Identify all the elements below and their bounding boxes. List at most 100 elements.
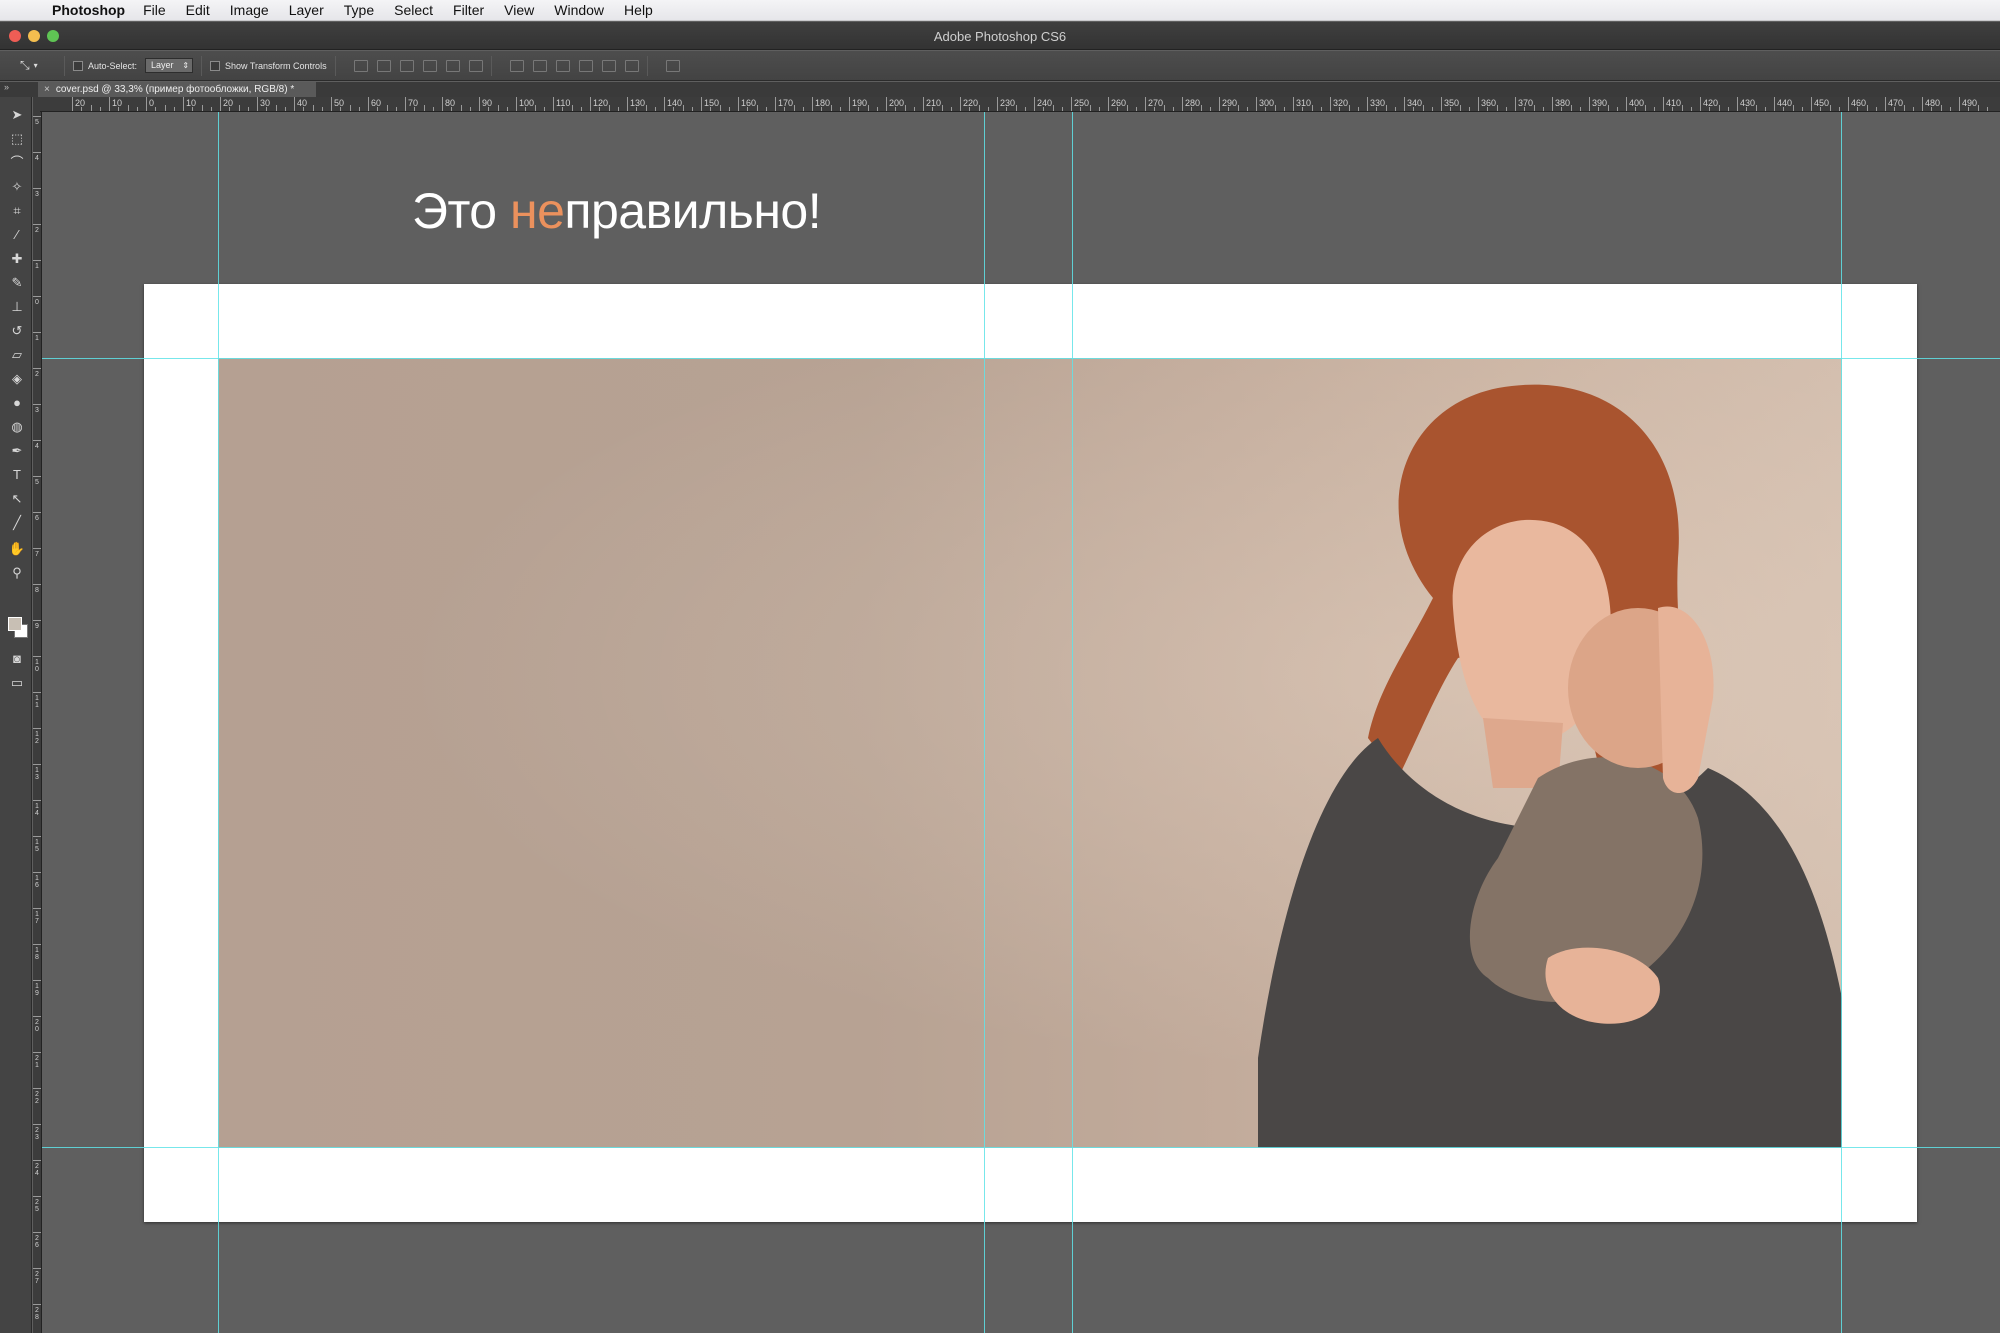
menu-edit[interactable]: Edit [186,2,210,18]
menu-file[interactable]: File [143,2,166,18]
auto-select-option[interactable]: Auto-Select: Layer [73,58,194,73]
ruler-minor-tick [321,107,323,111]
document-tab[interactable]: × cover.psd @ 33,3% (пример фотообложки, … [38,82,316,97]
distribute-top-icon[interactable] [509,59,524,72]
menu-filter[interactable]: Filter [453,2,484,18]
auto-select-checkbox[interactable] [73,60,83,71]
ruler-minor-tick [1616,107,1618,111]
history-brush-tool-icon[interactable]: ↺ [6,321,28,341]
ruler-label: 8 [35,587,39,594]
menu-image[interactable]: Image [230,2,269,18]
distribute-hcenter-icon[interactable] [601,59,616,72]
align-top-icon[interactable] [353,59,368,72]
vertical-ruler[interactable]: 5432101234567891 01 11 21 31 41 51 61 71… [33,112,42,1333]
ruler-minor-tick [377,107,379,111]
vertical-guide[interactable] [984,112,985,1333]
distribute-bottom-icon[interactable] [555,59,570,72]
dodge-tool-icon[interactable]: ◍ [6,417,28,437]
menu-select[interactable]: Select [394,2,433,18]
ruler-minor-tick [469,107,471,111]
ruler-tick [33,1124,41,1125]
show-transform-checkbox[interactable] [210,60,221,71]
distribute-right-icon[interactable] [624,59,639,72]
ruler-minor-tick [340,107,342,111]
ruler-tick [923,97,924,111]
ruler-label: 7 [35,551,39,558]
ruler-minor-tick [229,107,231,111]
eraser-tool-icon[interactable]: ▱ [6,345,28,365]
vertical-guide[interactable] [1841,112,1842,1333]
ruler-minor-tick [1542,107,1544,111]
foreground-color-swatch[interactable] [8,617,22,631]
blur-tool-icon[interactable]: ● [6,393,28,413]
auto-select-dropdown[interactable]: Layer [145,58,194,73]
vertical-guide[interactable] [1072,112,1073,1333]
crop-tool-icon[interactable]: ⌗ [6,201,28,221]
line-tool-icon[interactable]: ╱ [6,513,28,533]
align-left-icon[interactable] [422,59,437,72]
vertical-guide[interactable] [218,112,219,1333]
magic-wand-tool-icon[interactable]: ✧ [6,177,28,197]
auto-align-layers-icon[interactable] [665,59,680,72]
eyedropper-tool-icon[interactable]: ⁄ [6,225,28,245]
menu-type[interactable]: Type [344,2,374,18]
ruler-minor-tick [423,105,425,111]
ruler-minor-tick [543,107,545,111]
move-tool-icon[interactable]: ➤ [6,105,28,125]
align-vertical-center-icon[interactable] [376,59,391,72]
ruler-minor-tick [1681,105,1683,111]
healing-brush-tool-icon[interactable]: ✚ [6,249,28,269]
ruler-tick [294,97,295,111]
ruler-minor-tick [1413,107,1415,111]
collapse-panel-icon[interactable]: » [4,82,9,92]
ruler-tick [33,1160,41,1161]
horizontal-guide[interactable] [42,1147,2000,1148]
marquee-tool-icon[interactable]: ⬚ [6,129,28,149]
tool-preset-picker[interactable]: ⤡ ▾ [20,57,56,75]
menu-layer[interactable]: Layer [289,2,324,18]
ruler-minor-tick [534,105,536,111]
align-right-icon[interactable] [468,59,483,72]
tools-panel: ➤ ⬚ ⌒ ✧ ⌗ ⁄ ✚ ✎ ⊥ ↺ ▱ ◈ ● ◍ ✒ T ↖ ╱ ✋ ⚲ … [0,97,32,1333]
menu-app-name[interactable]: Photoshop [52,2,125,18]
ruler-tick [33,152,41,153]
ruler-minor-tick [673,107,675,111]
ruler-label: 50 [334,98,345,108]
horizontal-guide[interactable] [42,358,2000,359]
ruler-tick [701,97,702,111]
screen-mode-icon[interactable]: ▭ [6,673,28,693]
ruler-tick [1404,97,1405,111]
options-bar: ⤡▾ Auto-Select: Layer Show Transform Con… [0,51,2000,81]
pen-tool-icon[interactable]: ✒ [6,441,28,461]
path-selection-tool-icon[interactable]: ↖ [6,489,28,509]
menu-view[interactable]: View [504,2,534,18]
align-horizontal-center-icon[interactable] [445,59,460,72]
hand-tool-icon[interactable]: ✋ [6,539,28,559]
type-tool-icon[interactable]: T [6,465,28,485]
clone-stamp-tool-icon[interactable]: ⊥ [6,297,28,317]
menu-help[interactable]: Help [624,2,653,18]
ruler-label: 280 [1185,98,1201,108]
horizontal-ruler[interactable]: 20 10 0 10 20 30 40 50 60 70 80 90 100 110 120 130 140 15… [40,97,2000,112]
ruler-minor-tick [1154,107,1156,111]
ruler-minor-tick [497,105,499,111]
show-transform-option[interactable]: Show Transform Controls [210,60,327,71]
ruler-minor-tick [1709,107,1711,111]
distribute-vcenter-icon[interactable] [532,59,547,72]
distribute-left-icon[interactable] [578,59,593,72]
brush-tool-icon[interactable]: ✎ [6,273,28,293]
paint-bucket-tool-icon[interactable]: ◈ [6,369,28,389]
align-bottom-icon[interactable] [399,59,414,72]
ruler-minor-tick [127,105,129,111]
move-tool-icon: ⤡ [20,58,30,72]
ruler-minor-tick [1894,107,1896,111]
menu-window[interactable]: Window [554,2,604,18]
lasso-tool-icon[interactable]: ⌒ [6,153,28,173]
close-tab-icon[interactable]: × [44,84,50,95]
ruler-label: 490 [1962,98,1978,108]
ruler-minor-tick [1200,105,1202,111]
zoom-tool-icon[interactable]: ⚲ [6,563,28,583]
quick-mask-icon[interactable]: ◙ [6,649,28,669]
ruler-label: 320 [1333,98,1349,108]
document-canvas[interactable]: Это неправильно! [42,112,2000,1333]
